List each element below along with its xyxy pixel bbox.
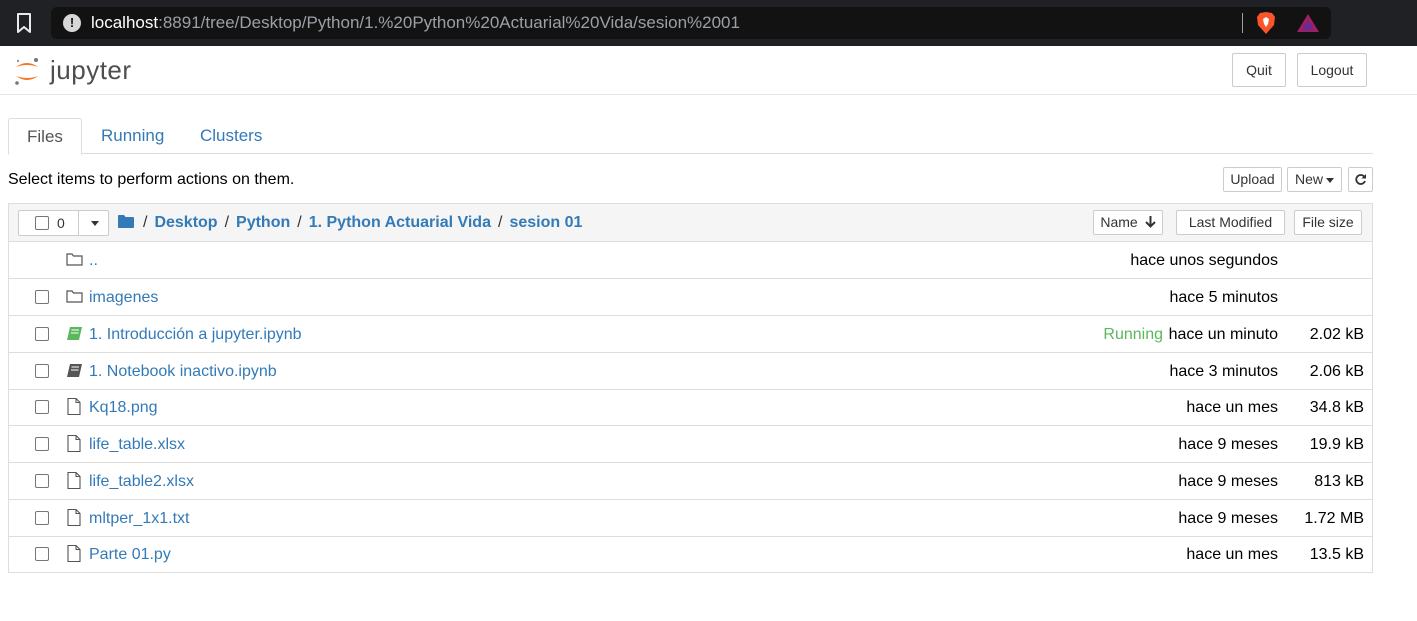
tab-files[interactable]: Files xyxy=(8,118,82,155)
item-name-link[interactable]: Kq18.png xyxy=(89,398,158,418)
notebook-running-icon xyxy=(67,327,82,340)
list-item[interactable]: .. hace unos segundos xyxy=(9,242,1372,279)
item-size: 2.02 kB xyxy=(1309,326,1364,343)
item-modified: hace 9 meses xyxy=(1178,473,1278,490)
file-list-header: 0 / Desktop / Python / 1. Python Actuarial Vi… xyxy=(9,204,1372,242)
file-icon xyxy=(67,545,81,562)
jupyter-logo[interactable]: jupyter xyxy=(12,54,152,88)
jupyter-logo-text: jupyter xyxy=(50,55,132,85)
breadcrumb-desktop[interactable]: Desktop xyxy=(154,214,217,231)
selected-count: 0 xyxy=(57,215,65,231)
quit-button[interactable]: Quit xyxy=(1232,53,1286,87)
logout-button[interactable]: Logout xyxy=(1297,53,1367,87)
arrow-down-icon xyxy=(1144,216,1156,228)
item-modified: hace 9 meses xyxy=(1178,510,1278,527)
folder-icon xyxy=(66,290,83,303)
breadcrumb-python[interactable]: Python xyxy=(236,214,290,231)
item-modified: hace un minuto xyxy=(1168,326,1278,343)
brave-shields-icon[interactable] xyxy=(1255,11,1277,35)
tab-clusters[interactable]: Clusters xyxy=(182,118,280,154)
select-menu-chevron-icon[interactable] xyxy=(91,221,99,226)
item-name-link[interactable]: 1. Notebook inactivo.ipynb xyxy=(89,362,277,382)
breadcrumb-separator: / xyxy=(224,214,230,231)
select-all-group: 0 xyxy=(18,210,109,236)
breadcrumb-python-actuarial-vida[interactable]: 1. Python Actuarial Vida xyxy=(309,214,491,231)
running-indicator: Running xyxy=(1103,326,1163,343)
breadcrumb-separator: / xyxy=(497,214,503,231)
item-size: 813 kB xyxy=(1314,473,1364,490)
item-modified: hace un mes xyxy=(1186,399,1278,416)
url-divider xyxy=(1242,13,1243,33)
item-size: 34.8 kB xyxy=(1309,399,1364,416)
jupyter-header: jupyter Quit Logout xyxy=(0,46,1417,95)
file-icon xyxy=(67,398,81,415)
list-item[interactable]: Parte 01.py hace un mes 13.5 kB xyxy=(9,536,1372,573)
breadcrumb-sesion-01[interactable]: sesion 01 xyxy=(509,214,582,231)
item-checkbox[interactable] xyxy=(35,364,49,378)
sort-by-modified-button[interactable]: Last Modified xyxy=(1176,210,1285,235)
file-icon xyxy=(67,509,81,526)
browser-toolbar: ! localhost:8891/tree/Desktop/Python/1.%… xyxy=(0,0,1417,46)
breadcrumb: / Desktop / Python / 1. Python Actuarial Vida… xyxy=(139,213,582,233)
item-modified: hace unos segundos xyxy=(1130,252,1278,269)
item-checkbox[interactable] xyxy=(35,511,49,525)
sort-name-label: Name xyxy=(1100,214,1138,230)
notebook-icon xyxy=(67,364,82,377)
item-modified: hace 9 meses xyxy=(1178,436,1278,453)
breadcrumb-separator: / xyxy=(297,214,302,231)
list-item[interactable]: Kq18.png hace un mes 34.8 kB xyxy=(9,389,1372,426)
item-size: 13.5 kB xyxy=(1309,546,1364,563)
new-label: New xyxy=(1294,171,1323,187)
folder-icon xyxy=(66,253,83,266)
item-checkbox[interactable] xyxy=(35,474,49,488)
new-dropdown-button[interactable]: New xyxy=(1287,167,1342,192)
dashboard-tabs: Files Running Clusters xyxy=(8,118,1373,155)
item-checkbox[interactable] xyxy=(35,400,49,414)
brave-rewards-icon[interactable] xyxy=(1296,12,1320,34)
select-all-checkbox[interactable] xyxy=(35,216,49,230)
item-name-link[interactable]: .. xyxy=(89,251,98,271)
sort-by-name-button[interactable]: Name xyxy=(1093,210,1163,235)
item-checkbox[interactable] xyxy=(35,437,49,451)
root-folder-icon[interactable] xyxy=(118,215,134,228)
jupyter-logo-icon xyxy=(15,58,38,85)
sort-by-size-button[interactable]: File size xyxy=(1294,210,1362,235)
list-item[interactable]: imagenes hace 5 minutos xyxy=(9,279,1372,316)
item-checkbox[interactable] xyxy=(35,547,49,561)
item-size: 1.72 MB xyxy=(1304,510,1364,527)
list-item[interactable]: life_table2.xlsx hace 9 meses 813 kB xyxy=(9,463,1372,500)
site-info-icon[interactable]: ! xyxy=(63,14,81,32)
item-modified: hace 3 minutos xyxy=(1169,363,1278,380)
tab-running[interactable]: Running xyxy=(83,118,182,154)
address-bar[interactable]: ! localhost:8891/tree/Desktop/Python/1.%… xyxy=(51,7,1331,39)
item-modified: hace 5 minutos xyxy=(1169,289,1278,306)
url-text[interactable]: localhost:8891/tree/Desktop/Python/1.%20… xyxy=(91,14,740,32)
list-item[interactable]: life_table.xlsx hace 9 meses 19.9 kB xyxy=(9,426,1372,463)
list-item[interactable]: 1. Introducción a jupyter.ipynb Running … xyxy=(9,316,1372,353)
list-item[interactable]: 1. Notebook inactivo.ipynb hace 3 minuto… xyxy=(9,353,1372,390)
select-divider xyxy=(78,211,79,235)
selection-instructions: Select items to perform actions on them. xyxy=(8,171,295,188)
item-name-link[interactable]: Parte 01.py xyxy=(89,545,171,565)
item-name-link[interactable]: mltper_1x1.txt xyxy=(89,509,189,529)
breadcrumb-separator: / xyxy=(143,214,148,231)
item-name-link[interactable]: life_table.xlsx xyxy=(89,435,185,455)
file-icon xyxy=(67,435,81,452)
refresh-icon xyxy=(1355,174,1366,185)
item-size: 19.9 kB xyxy=(1309,436,1364,453)
item-name-link[interactable]: life_table2.xlsx xyxy=(89,472,194,492)
list-item[interactable]: mltper_1x1.txt hace 9 meses 1.72 MB xyxy=(9,500,1372,537)
upload-button[interactable]: Upload xyxy=(1223,167,1282,192)
bookmark-icon[interactable] xyxy=(15,12,33,34)
item-checkbox[interactable] xyxy=(35,290,49,304)
item-size: 2.06 kB xyxy=(1309,363,1364,380)
file-icon xyxy=(67,472,81,489)
refresh-button[interactable] xyxy=(1348,167,1373,192)
item-checkbox[interactable] xyxy=(35,327,49,341)
item-modified: hace un mes xyxy=(1186,546,1278,563)
file-list: 0 / Desktop / Python / 1. Python Actuarial Vi… xyxy=(8,203,1373,573)
item-name-link[interactable]: 1. Introducción a jupyter.ipynb xyxy=(89,325,302,345)
item-name-link[interactable]: imagenes xyxy=(89,288,158,308)
chevron-down-icon xyxy=(1326,177,1334,183)
